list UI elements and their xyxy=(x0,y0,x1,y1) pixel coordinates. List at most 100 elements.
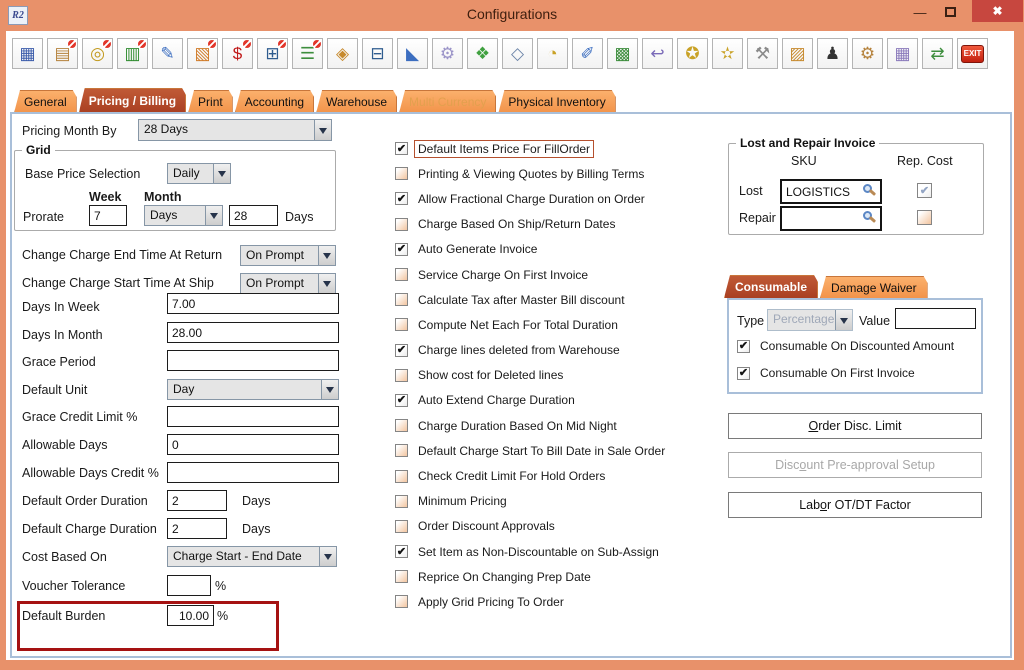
chevron-down-icon[interactable] xyxy=(318,274,335,293)
toolbar-price-tag-button[interactable]: ◇ xyxy=(502,38,533,69)
checkbox[interactable] xyxy=(395,444,408,457)
tab-print[interactable]: Print xyxy=(188,90,233,113)
repair-sku-search-icon[interactable] xyxy=(863,211,872,220)
toolbar-pending-folder-button[interactable]: ◔ xyxy=(537,38,568,69)
checkbox[interactable] xyxy=(395,394,408,407)
toolbar-folder-settings-button[interactable]: ⚙ xyxy=(852,38,883,69)
toolbar-shipping-order-button[interactable]: ▤ xyxy=(47,38,78,69)
prorate-month-combo[interactable]: Days xyxy=(144,205,223,226)
toolbar-system-gears-button[interactable]: ⚙ xyxy=(432,38,463,69)
checkbox[interactable] xyxy=(395,318,408,331)
default-burden-input[interactable] xyxy=(167,605,214,626)
checkbox[interactable] xyxy=(395,470,408,483)
toolbar-product-cubes-button[interactable]: ❖ xyxy=(467,38,498,69)
checkbox[interactable] xyxy=(395,167,408,180)
toolbar-calculator-settings-button[interactable]: ▦ xyxy=(887,38,918,69)
lost-rep-cost-checkbox[interactable] xyxy=(917,183,932,198)
toolbar-scanner-settings-button[interactable]: ⚒ xyxy=(747,38,778,69)
chevron-down-icon[interactable] xyxy=(318,246,335,265)
grace-credit-limit-input[interactable] xyxy=(167,406,339,427)
default-charge-duration-input[interactable] xyxy=(167,518,227,539)
grace-period-input[interactable] xyxy=(167,350,339,371)
checkbox[interactable] xyxy=(395,268,408,281)
type-combo[interactable]: Percentage xyxy=(767,309,853,331)
toolbar-edit-order-button[interactable]: ✎ xyxy=(152,38,183,69)
tab-consumable[interactable]: Consumable xyxy=(724,275,818,298)
toolbar-form-edit-button[interactable]: ✐ xyxy=(572,38,603,69)
allowable-days-input[interactable] xyxy=(167,434,339,455)
toolbar-payment-schedule-button[interactable]: $ xyxy=(222,38,253,69)
consumable-discounted-checkbox[interactable] xyxy=(737,340,750,353)
checkbox[interactable] xyxy=(395,369,408,382)
tab-accounting[interactable]: Accounting xyxy=(235,90,314,113)
toolbar-save-button[interactable]: ▦ xyxy=(12,38,43,69)
toolbar-shield-user-button[interactable]: ✫ xyxy=(712,38,743,69)
minimize-button[interactable]: — xyxy=(908,2,932,22)
change-start-combo[interactable]: On Prompt xyxy=(240,273,336,294)
tab-multi-currency[interactable]: Multi Currency xyxy=(399,90,496,113)
toolbar-secure-folder-button[interactable]: ▨ xyxy=(782,38,813,69)
tab-warehouse[interactable]: Warehouse xyxy=(316,90,397,113)
checkbox[interactable] xyxy=(395,520,408,533)
checkbox-label: Apply Grid Pricing To Order xyxy=(415,594,567,610)
pricing-month-by-combo[interactable]: 28 Days xyxy=(138,119,332,141)
prorate-month-days-input[interactable] xyxy=(229,205,278,226)
cost-based-on-combo[interactable]: Charge Start - End Date xyxy=(167,546,337,567)
tab-physical-inventory[interactable]: Physical Inventory xyxy=(498,90,615,113)
chevron-down-icon[interactable] xyxy=(205,206,222,225)
toolbar-calendar-range-button[interactable]: ⊟ xyxy=(362,38,393,69)
toolbar-user-assets-button[interactable]: ♟ xyxy=(817,38,848,69)
value-input[interactable] xyxy=(895,308,976,329)
toolbar-order-form-button[interactable]: ▧ xyxy=(187,38,218,69)
checkbox[interactable] xyxy=(395,419,408,432)
toolbar-permissions-lock-button[interactable]: ◈ xyxy=(327,38,358,69)
chevron-down-icon[interactable] xyxy=(314,120,331,140)
checkbox[interactable] xyxy=(395,142,408,155)
checkbox[interactable] xyxy=(395,344,408,357)
base-price-selection-combo[interactable]: Daily xyxy=(167,163,231,184)
toolbar-shield-search-button[interactable]: ✪ xyxy=(677,38,708,69)
prorate-week-input[interactable] xyxy=(89,205,127,226)
checkbox[interactable] xyxy=(395,595,408,608)
configurations-window: R2 Configurations — ✖ ▦▤◎▥✎▧$⊞☰◈⊟◣⚙❖◇◔✐▩… xyxy=(0,0,1024,670)
default-unit-combo[interactable]: Day xyxy=(167,379,339,400)
toolbar-invoice-button[interactable]: ▥ xyxy=(117,38,148,69)
discount-pre-approval-setup-button[interactable]: Discount Pre-approval Setup xyxy=(728,452,982,478)
change-end-combo[interactable]: On Prompt xyxy=(240,245,336,266)
voucher-tolerance-input[interactable] xyxy=(167,575,211,596)
tab-general[interactable]: General xyxy=(14,90,77,113)
toolbar-design-ruler-button[interactable]: ◣ xyxy=(397,38,428,69)
maximize-button[interactable] xyxy=(938,2,962,22)
tab-damage-waiver[interactable]: Damage Waiver xyxy=(820,276,928,298)
toolbar-copy-item-button[interactable]: ▩ xyxy=(607,38,638,69)
checkbox[interactable] xyxy=(395,545,408,558)
checkbox[interactable] xyxy=(395,293,408,306)
checkbox[interactable] xyxy=(395,218,408,231)
toolbar-transfer-document-button[interactable]: ⇄ xyxy=(922,38,953,69)
close-button[interactable]: ✖ xyxy=(972,0,1023,22)
chevron-down-icon[interactable] xyxy=(319,547,336,566)
toolbar-price-list-button[interactable]: ☰ xyxy=(292,38,323,69)
allowable-days-credit-input[interactable] xyxy=(167,462,339,483)
chevron-down-icon[interactable] xyxy=(213,164,230,183)
alert-badge-icon xyxy=(277,39,287,49)
order-disc-limit-button[interactable]: Order Disc. Limit xyxy=(728,413,982,439)
checkbox[interactable] xyxy=(395,243,408,256)
repair-rep-cost-checkbox[interactable] xyxy=(917,210,932,225)
labor-otdt-factor-button[interactable]: Labor OT/DT Factor xyxy=(728,492,982,518)
consumable-first-invoice-checkbox[interactable] xyxy=(737,367,750,380)
toolbar-return-document-button[interactable]: ↩ xyxy=(642,38,673,69)
days-in-month-input[interactable] xyxy=(167,322,339,343)
lost-sku-search-icon[interactable] xyxy=(863,184,872,193)
checkbox-label: Calculate Tax after Master Bill discount xyxy=(415,292,628,308)
default-order-duration-input[interactable] xyxy=(167,490,227,511)
toolbar-rate-grid-button[interactable]: ⊞ xyxy=(257,38,288,69)
chevron-down-icon[interactable] xyxy=(321,380,338,399)
tab-pricing-billing[interactable]: Pricing / Billing xyxy=(79,88,186,113)
checkbox[interactable] xyxy=(395,495,408,508)
checkbox[interactable] xyxy=(395,570,408,583)
checkbox[interactable] xyxy=(395,192,408,205)
days-in-week-input[interactable] xyxy=(167,293,339,314)
toolbar-exit-button[interactable]: EXIT xyxy=(957,38,988,69)
toolbar-cash-receipts-button[interactable]: ◎ xyxy=(82,38,113,69)
